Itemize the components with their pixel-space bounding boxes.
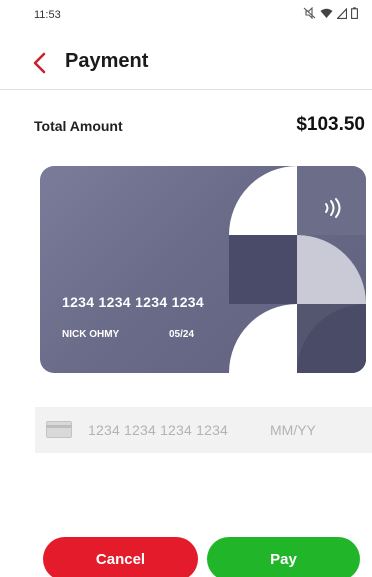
status-time: 11:53: [34, 9, 61, 21]
pay-button[interactable]: Pay: [207, 537, 360, 577]
card-pattern: [229, 166, 366, 373]
battery-icon: [351, 7, 358, 19]
total-amount-value: $103.50: [296, 114, 365, 135]
card-number: 1234 1234 1234 1234: [62, 294, 204, 310]
signal-icon: [337, 7, 347, 19]
card-number-input[interactable]: 1234 1234 1234 1234 MM/YY: [35, 407, 372, 453]
card-number-placeholder[interactable]: 1234 1234 1234 1234: [88, 422, 228, 438]
header: Payment: [0, 44, 372, 90]
cancel-button[interactable]: Cancel: [43, 537, 198, 577]
header-divider: [0, 89, 372, 90]
payment-screen: 11:53 Payment Total Amount $103.50 1234 …: [0, 0, 372, 577]
mute-icon: [303, 7, 316, 19]
contactless-icon: [325, 198, 341, 218]
status-icons: [303, 7, 358, 19]
expiry-placeholder[interactable]: MM/YY: [270, 422, 316, 438]
card-holder-name: NICK OHMY: [62, 329, 120, 340]
page-title: Payment: [65, 50, 149, 72]
total-amount-label: Total Amount: [34, 118, 123, 134]
wifi-icon: [320, 8, 333, 18]
card-expiry: 05/24: [169, 329, 195, 340]
status-bar: 11:53: [0, 0, 372, 30]
chevron-left-icon[interactable]: [30, 52, 48, 74]
credit-card[interactable]: 1234 1234 1234 1234 NICK OHMY 05/24: [40, 166, 366, 373]
credit-card-icon: [46, 421, 72, 438]
